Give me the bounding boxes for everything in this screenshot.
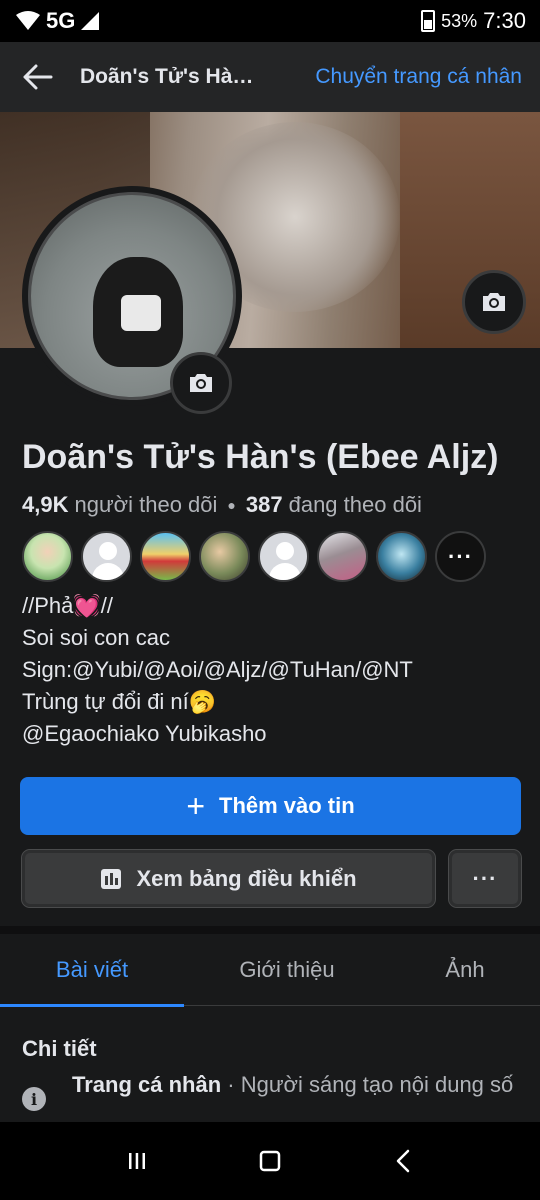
- more-options-button[interactable]: ···: [448, 849, 522, 908]
- more-followers-button[interactable]: ···: [435, 531, 486, 582]
- status-bar: 5G 53% 7:30: [0, 0, 540, 42]
- following-count[interactable]: 387: [246, 492, 283, 518]
- bio-line: Soi soi con cac: [22, 625, 170, 650]
- followers-label[interactable]: người theo dõi: [74, 492, 217, 518]
- network-label: 5G: [46, 8, 76, 33]
- tab-about[interactable]: Giới thiệu: [184, 934, 390, 1006]
- view-dashboard-label: Xem bảng điều khiển: [136, 865, 357, 891]
- battery-percent: 53%: [441, 10, 478, 31]
- details-item: Trang cá nhân · Người sáng tạo nội dung …: [72, 1070, 522, 1122]
- clock: 7:30: [483, 8, 526, 33]
- status-right: 53% 7:30: [421, 8, 526, 34]
- details-item-label: Trang cá nhân: [72, 1072, 222, 1097]
- recent-apps-icon[interactable]: [117, 1141, 157, 1181]
- bio-line: Trùng tự đổi đi ní🥱: [22, 689, 217, 714]
- add-to-story-label: Thêm vào tin: [219, 793, 355, 818]
- info-icon: i: [22, 1087, 46, 1111]
- bio-line: @Egaochiako Yubikasho: [22, 721, 267, 746]
- back-arrow-icon[interactable]: [18, 57, 58, 97]
- profile-tabs: Bài viết Giới thiệu Ảnh: [0, 934, 540, 1007]
- profile-name: Doãn's Tử's Hàn's (Ebee Aljz): [22, 438, 499, 476]
- add-to-story-button[interactable]: + Thêm vào tin: [20, 777, 521, 835]
- switch-profile-link[interactable]: Chuyển trang cá nhân: [315, 65, 522, 89]
- follower-avatar[interactable]: [81, 531, 132, 582]
- app-bar: Doãn's Tử's Hàn's (Ebee Aljz) Chuyển tra…: [0, 42, 540, 112]
- tab-posts[interactable]: Bài viết: [0, 934, 184, 1007]
- dashboard-icon: [101, 868, 122, 889]
- bio: //Phả💓// Soi soi con cac Sign:@Yubi/@Aoi…: [22, 590, 413, 750]
- following-label[interactable]: đang theo dõi: [289, 492, 422, 518]
- separator-dot: ●: [227, 497, 236, 513]
- system-nav-bar: [0, 1122, 540, 1200]
- view-dashboard-button[interactable]: Xem bảng điều khiển: [21, 849, 436, 908]
- follower-avatar[interactable]: [140, 531, 191, 582]
- cover-camera-icon[interactable]: [462, 270, 526, 334]
- details-heading: Chi tiết: [22, 1036, 97, 1061]
- section-divider: [0, 926, 540, 934]
- plus-icon: +: [186, 788, 205, 824]
- signal-icon: [81, 12, 100, 30]
- bio-line: Sign:@Yubi/@Aoi/@Aljz/@TuHan/@NT: [22, 657, 413, 682]
- battery-icon: [421, 10, 436, 32]
- follower-avatar[interactable]: [376, 531, 427, 582]
- wifi-icon: [16, 11, 40, 30]
- bio-line: //Phả💓//: [22, 593, 113, 618]
- followers-count[interactable]: 4,9K: [22, 492, 68, 518]
- home-icon[interactable]: [250, 1141, 290, 1181]
- followers-preview: ···: [22, 531, 486, 582]
- follow-stats: 4,9K người theo dõi ● 387 đang theo dõi: [22, 492, 422, 518]
- follower-avatar[interactable]: [258, 531, 309, 582]
- tab-photos[interactable]: Ảnh: [390, 934, 540, 1006]
- status-left: 5G: [16, 8, 100, 34]
- follower-avatar[interactable]: [317, 531, 368, 582]
- back-icon[interactable]: [383, 1141, 423, 1181]
- follower-avatar[interactable]: [199, 531, 250, 582]
- page-title: Doãn's Tử's Hàn's (Ebee Aljz): [80, 65, 262, 88]
- follower-avatar[interactable]: [22, 531, 73, 582]
- avatar-camera-icon[interactable]: [170, 352, 232, 414]
- details-item-value: · Người sáng tạo nội dung số: [221, 1072, 514, 1097]
